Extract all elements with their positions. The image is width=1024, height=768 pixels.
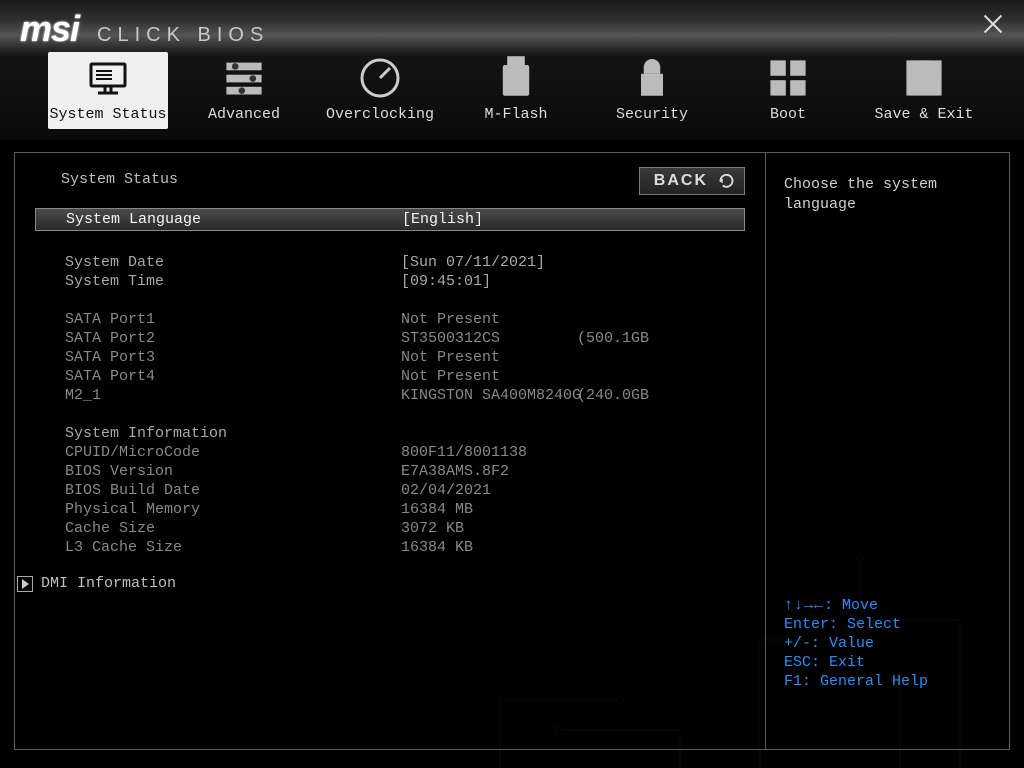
field-label: System Time	[65, 272, 395, 291]
brand-text: msi	[20, 8, 79, 50]
submenu-label: DMI Information	[41, 575, 176, 592]
submenu-dmi-information[interactable]: DMI Information	[17, 575, 739, 592]
tab-label: Security	[616, 106, 688, 123]
row-cpuid: CPUID/MicroCode 800F11/8001138	[41, 443, 739, 462]
row-m2-1: M2_1 KINGSTON SA400M8240G (240.0GB	[41, 386, 739, 405]
field-value: 800F11/8001138	[401, 443, 571, 462]
submenu-arrow-icon	[17, 576, 33, 592]
tab-label: System Status	[49, 106, 166, 123]
field-label: Physical Memory	[65, 500, 395, 519]
key-enter: Enter: Select	[784, 615, 991, 634]
field-label: SATA Port3	[65, 348, 395, 367]
boot-grid-icon	[766, 56, 810, 100]
tab-system-status[interactable]: System Status	[48, 52, 168, 129]
field-label: Cache Size	[65, 519, 395, 538]
content-frame: System Status BACK System Language [Engl…	[14, 152, 1010, 750]
row-system-date[interactable]: System Date [Sun 07/11/2021]	[41, 253, 739, 272]
row-sysinfo-heading: System Information	[41, 424, 739, 443]
row-cache-size: Cache Size 3072 KB	[41, 519, 739, 538]
gauge-icon	[358, 56, 402, 100]
key-move: : Move	[824, 597, 878, 614]
key-hints: ↑↓→←: Move Enter: Select +/-: Value ESC:…	[784, 596, 991, 691]
field-extra: (240.0GB	[577, 386, 737, 405]
field-value: 02/04/2021	[401, 481, 571, 500]
tab-label: Boot	[770, 106, 806, 123]
field-value: Not Present	[401, 367, 571, 386]
tab-security[interactable]: Security	[592, 52, 712, 129]
key-arrows: ↑↓→←	[784, 596, 824, 615]
tab-advanced[interactable]: Advanced	[184, 52, 304, 129]
page-title: System Status	[61, 171, 739, 188]
field-value: 16384 KB	[401, 538, 571, 557]
product-text: CLICK BIOS	[97, 24, 269, 47]
row-sata-port4: SATA Port4 Not Present	[41, 367, 739, 386]
row-system-time[interactable]: System Time [09:45:01]	[41, 272, 739, 291]
tab-m-flash[interactable]: M-Flash	[456, 52, 576, 129]
tab-boot[interactable]: Boot	[728, 52, 848, 129]
field-label: System Date	[65, 253, 395, 272]
key-f1: F1: General Help	[784, 672, 991, 691]
heading-label: System Information	[65, 424, 395, 443]
field-extra: (500.1GB	[577, 329, 737, 348]
top-tabs: System Status Advanced Overc	[48, 52, 984, 129]
field-label: CPUID/MicroCode	[65, 443, 395, 462]
field-value: 3072 KB	[401, 519, 571, 538]
main-panel: System Status BACK System Language [Engl…	[15, 153, 766, 749]
field-label: BIOS Version	[65, 462, 395, 481]
field-value: [English]	[402, 210, 572, 229]
field-value: KINGSTON SA400M8240G	[401, 386, 571, 405]
lock-icon	[630, 56, 674, 100]
field-label: SATA Port1	[65, 310, 395, 329]
field-value: ST3500312CS	[401, 329, 571, 348]
field-label: L3 Cache Size	[65, 538, 395, 557]
row-physical-memory: Physical Memory 16384 MB	[41, 500, 739, 519]
tab-label: Overclocking	[326, 106, 434, 123]
key-esc: ESC: Exit	[784, 653, 991, 672]
tab-label: Advanced	[208, 106, 280, 123]
field-value: Not Present	[401, 310, 571, 329]
brand-logo: msi CLICK BIOS	[20, 8, 269, 50]
usb-icon	[494, 56, 538, 100]
tab-label: M-Flash	[484, 106, 547, 123]
help-text: Choose the system language	[784, 175, 991, 215]
field-value: E7A38AMS.8F2	[401, 462, 571, 481]
row-sata-port3: SATA Port3 Not Present	[41, 348, 739, 367]
header-bar: msi CLICK BIOS System Status	[0, 0, 1024, 140]
field-label: SATA Port4	[65, 367, 395, 386]
field-value: 16384 MB	[401, 500, 571, 519]
row-sata-port2: SATA Port2 ST3500312CS (500.1GB	[41, 329, 739, 348]
back-label: BACK	[654, 172, 708, 190]
field-value: Not Present	[401, 348, 571, 367]
tab-label: Save & Exit	[874, 106, 973, 123]
field-label: System Language	[66, 210, 396, 229]
row-bios-version: BIOS Version E7A38AMS.8F2	[41, 462, 739, 481]
tab-overclocking[interactable]: Overclocking	[320, 52, 440, 129]
monitor-icon	[86, 56, 130, 100]
row-l3-cache-size: L3 Cache Size 16384 KB	[41, 538, 739, 557]
row-bios-build-date: BIOS Build Date 02/04/2021	[41, 481, 739, 500]
close-icon[interactable]	[982, 12, 1004, 34]
key-plus-minus: +/-: Value	[784, 634, 991, 653]
field-value: [Sun 07/11/2021]	[401, 253, 571, 272]
field-extra	[577, 367, 737, 386]
field-extra	[577, 348, 737, 367]
field-value: [09:45:01]	[401, 272, 571, 291]
help-panel: Choose the system language ↑↓→←: Move En…	[766, 153, 1009, 749]
row-sata-port1: SATA Port1 Not Present	[41, 310, 739, 329]
undo-arrow-icon	[716, 172, 734, 190]
field-label: SATA Port2	[65, 329, 395, 348]
tab-save-exit[interactable]: Save & Exit	[864, 52, 984, 129]
field-label: M2_1	[65, 386, 395, 405]
back-button[interactable]: BACK	[639, 167, 745, 195]
field-label: BIOS Build Date	[65, 481, 395, 500]
sliders-icon	[222, 56, 266, 100]
row-system-language[interactable]: System Language [English]	[35, 208, 745, 231]
floppy-icon	[902, 56, 946, 100]
field-extra	[577, 310, 737, 329]
